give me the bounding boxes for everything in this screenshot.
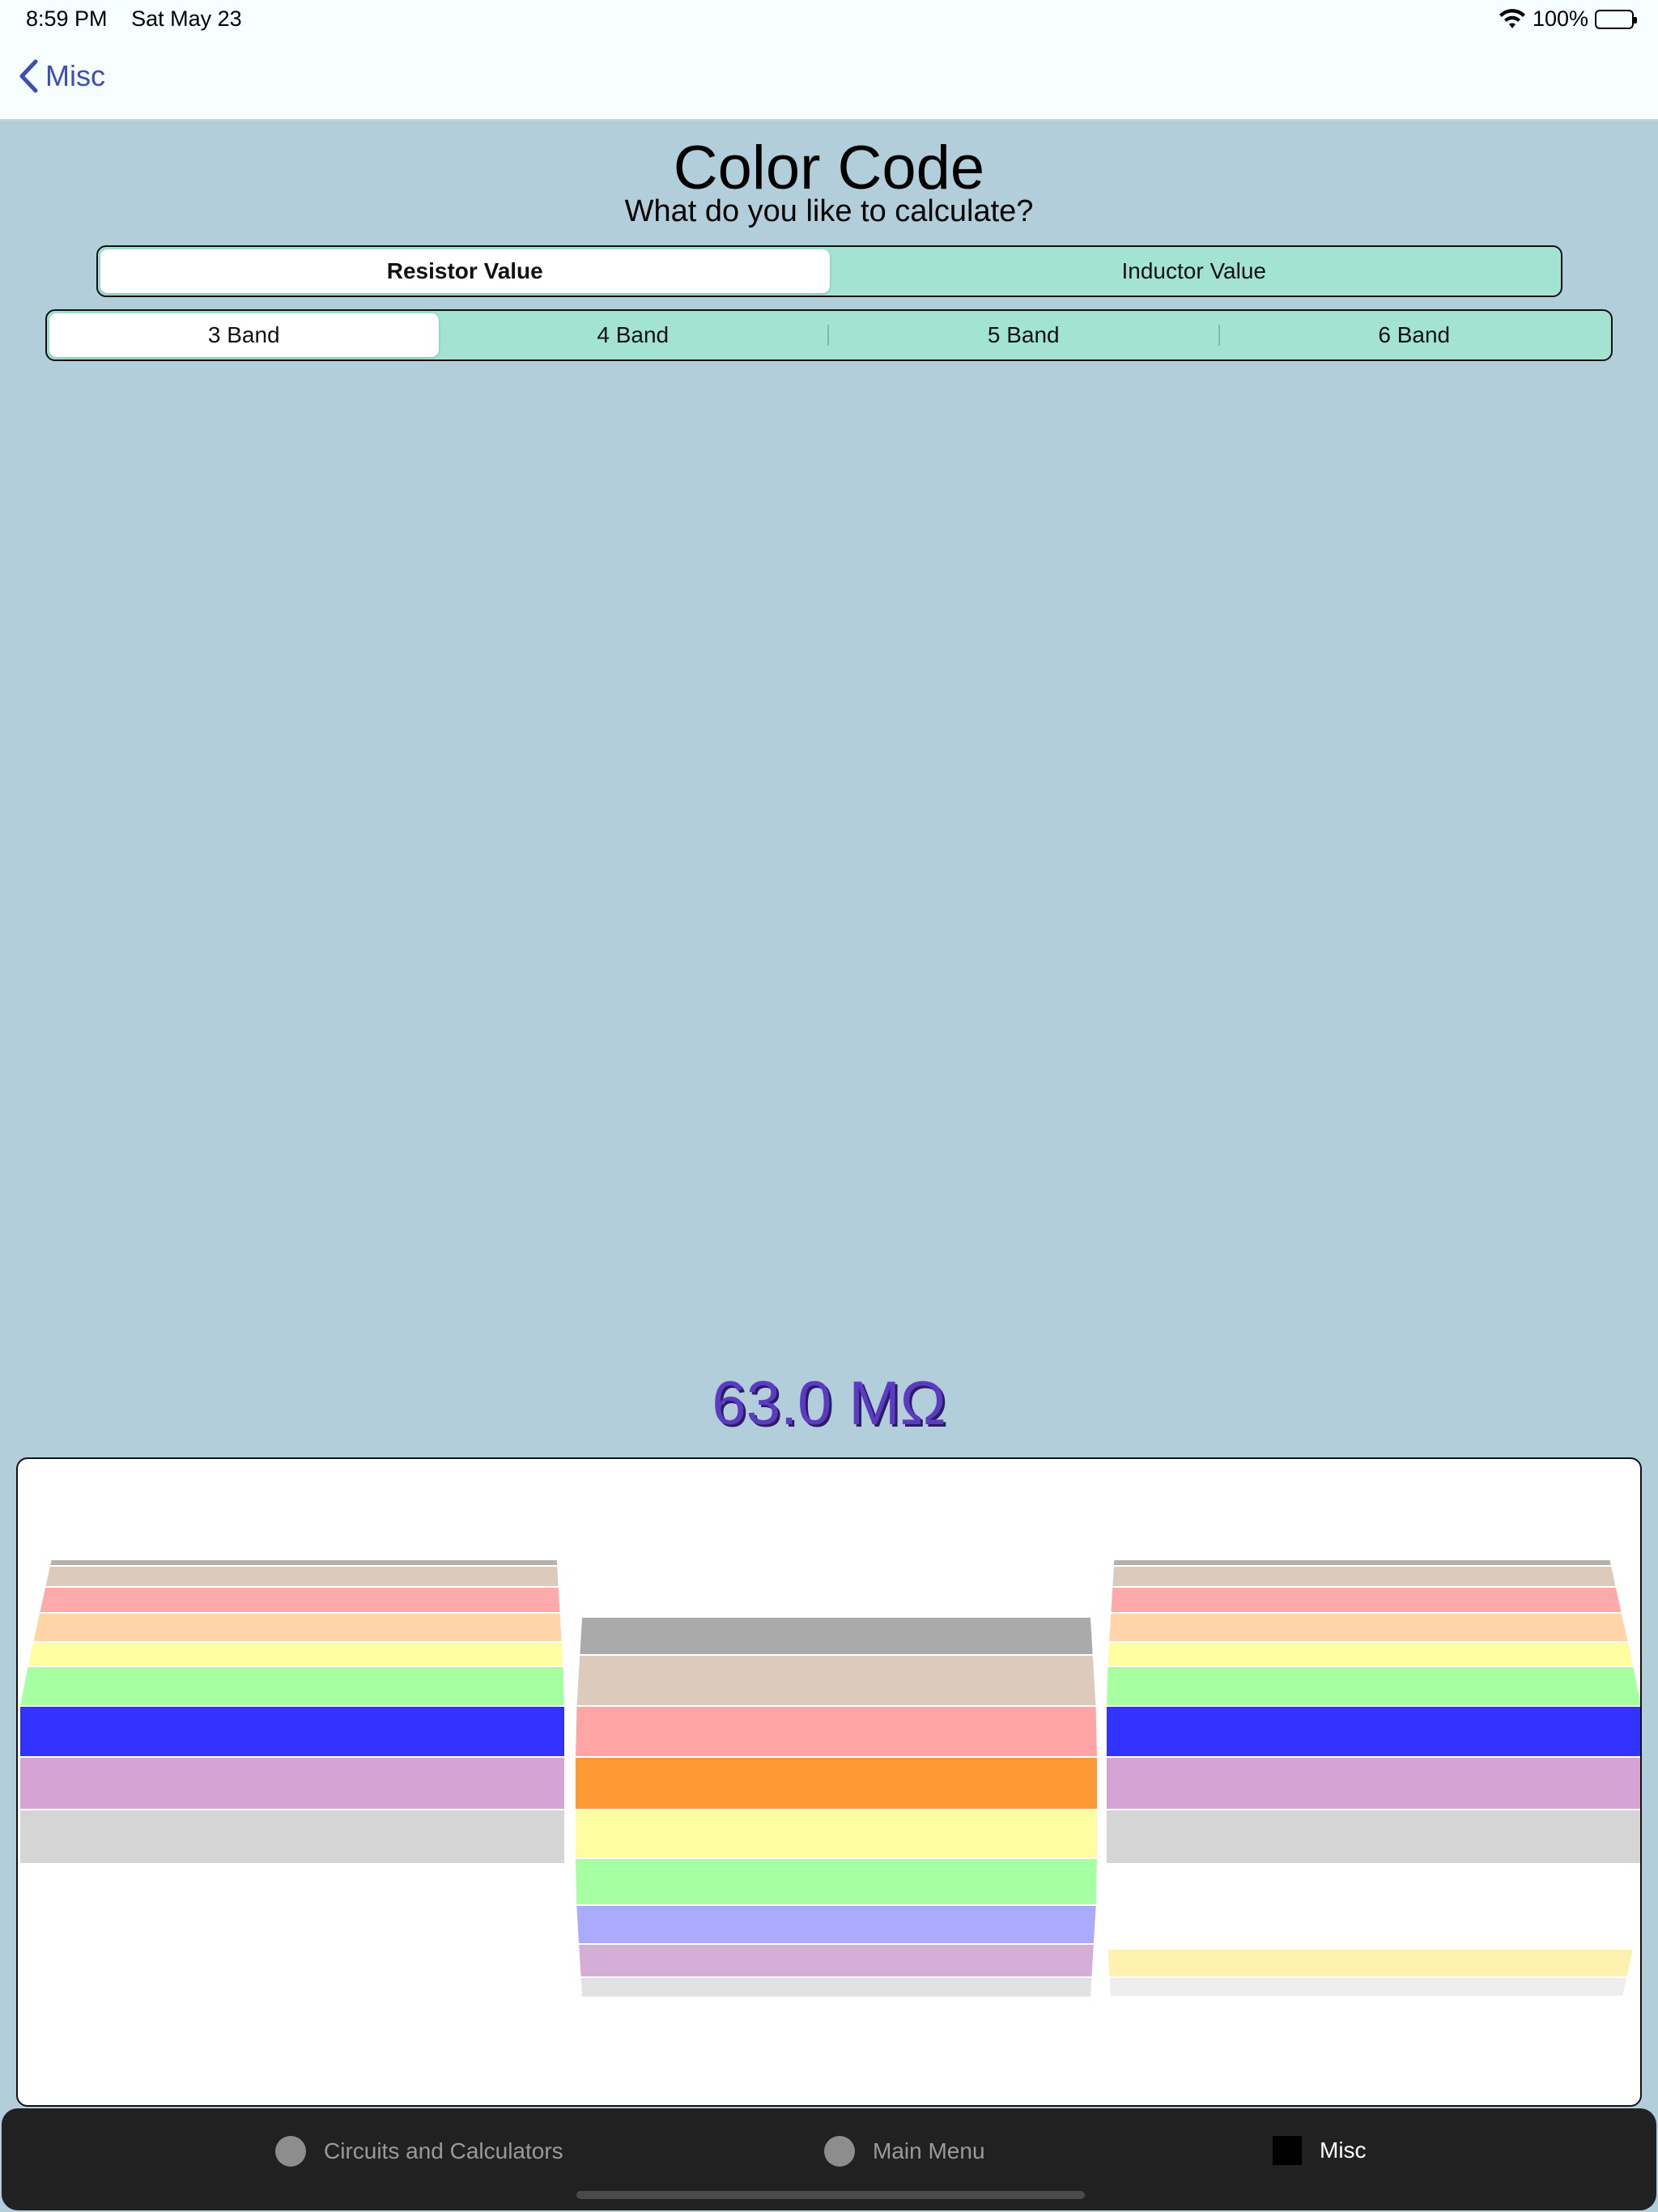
first-digit-option[interactable] bbox=[48, 1559, 559, 1567]
multiplier-option[interactable] bbox=[1106, 1948, 1635, 1978]
first-digit-option[interactable] bbox=[26, 1641, 565, 1667]
multiplier-option[interactable] bbox=[1112, 1559, 1613, 1567]
segment-5-band[interactable]: 5 Band bbox=[829, 313, 1218, 357]
multiplier-option[interactable] bbox=[1105, 1809, 1642, 1865]
status-date: Sat May 23 bbox=[131, 6, 242, 31]
second-digit-option[interactable] bbox=[579, 1976, 1094, 1998]
back-button[interactable]: Misc bbox=[18, 58, 105, 94]
status-indicators: 100% bbox=[1499, 6, 1637, 32]
battery-percent: 100% bbox=[1532, 6, 1588, 31]
tab-label: Circuits and Calculators bbox=[324, 2138, 563, 2163]
second-digit-option[interactable] bbox=[574, 1809, 1099, 1859]
navigation-bar: 8:59 PM Sat May 23 100% Misc bbox=[0, 0, 1658, 121]
first-digit-option[interactable] bbox=[18, 1665, 567, 1707]
circle-icon bbox=[275, 2136, 306, 2167]
square-icon bbox=[1273, 2136, 1302, 2165]
second-digit-option[interactable] bbox=[574, 1756, 1099, 1810]
multiplier-option[interactable] bbox=[1107, 1612, 1630, 1643]
segment-inductor-value[interactable]: Inductor Value bbox=[830, 249, 1559, 293]
back-button-label: Misc bbox=[45, 59, 105, 92]
second-digit-option[interactable] bbox=[573, 1705, 1099, 1758]
multiplier-option[interactable] bbox=[1105, 1705, 1642, 1758]
second-digit-option[interactable] bbox=[575, 1904, 1098, 1945]
segment-3-band[interactable]: 3 Band bbox=[49, 313, 439, 357]
status-time: 8:59 PM Sat May 23 bbox=[26, 6, 242, 32]
multiplier-option[interactable] bbox=[1111, 1565, 1618, 1588]
wifi-icon bbox=[1499, 8, 1525, 28]
second-digit-option[interactable] bbox=[577, 1943, 1095, 1978]
calculation-type-selector: Resistor Value Inductor Value bbox=[96, 245, 1562, 297]
segment-resistor-value[interactable]: Resistor Value bbox=[100, 249, 830, 293]
segment-4-band[interactable]: 4 Band bbox=[439, 313, 828, 357]
page-title: Color Code bbox=[673, 134, 985, 202]
second-digit-option[interactable] bbox=[578, 1616, 1095, 1656]
multiplier-option[interactable] bbox=[1105, 1756, 1642, 1810]
multiplier-option[interactable] bbox=[1109, 1586, 1624, 1614]
second-digit-option[interactable] bbox=[575, 1654, 1098, 1707]
first-digit-option[interactable] bbox=[19, 1756, 566, 1810]
status-time-text: 8:59 PM bbox=[26, 6, 108, 31]
tab-label: Main Menu bbox=[873, 2138, 985, 2163]
first-digit-option[interactable] bbox=[19, 1809, 566, 1865]
band-count-selector: 3 Band 4 Band 5 Band 6 Band bbox=[45, 309, 1613, 361]
tab-bar: Circuits and Calculators Main Menu Misc bbox=[2, 2108, 1656, 2210]
circle-icon bbox=[824, 2136, 855, 2167]
segment-6-band[interactable]: 6 Band bbox=[1220, 313, 1609, 357]
battery-icon bbox=[1595, 9, 1637, 29]
first-digit-option[interactable] bbox=[43, 1565, 560, 1588]
picker-wheels bbox=[18, 1556, 1642, 2010]
tab-main-menu[interactable]: Main Menu bbox=[824, 2136, 985, 2167]
page-subtitle: What do you like to calculate? bbox=[624, 194, 1034, 228]
home-indicator bbox=[576, 2191, 1085, 2199]
first-digit-option[interactable] bbox=[19, 1705, 566, 1758]
multiplier-option[interactable] bbox=[1107, 1976, 1629, 1997]
first-digit-option[interactable] bbox=[32, 1612, 563, 1643]
multiplier-option[interactable] bbox=[1106, 1641, 1635, 1667]
multiplier-option[interactable] bbox=[1104, 1665, 1642, 1707]
tab-misc[interactable]: Misc bbox=[1273, 2136, 1367, 2165]
tab-label: Misc bbox=[1320, 2138, 1367, 2163]
first-digit-option[interactable] bbox=[37, 1586, 562, 1614]
color-band-picker bbox=[16, 1457, 1642, 2107]
chevron-left-icon bbox=[19, 59, 38, 93]
tab-circuits-and-calculators[interactable]: Circuits and Calculators bbox=[275, 2136, 563, 2167]
resistance-result: 63.0 MΩ bbox=[712, 1369, 946, 1438]
second-digit-option[interactable] bbox=[573, 1857, 1099, 1906]
